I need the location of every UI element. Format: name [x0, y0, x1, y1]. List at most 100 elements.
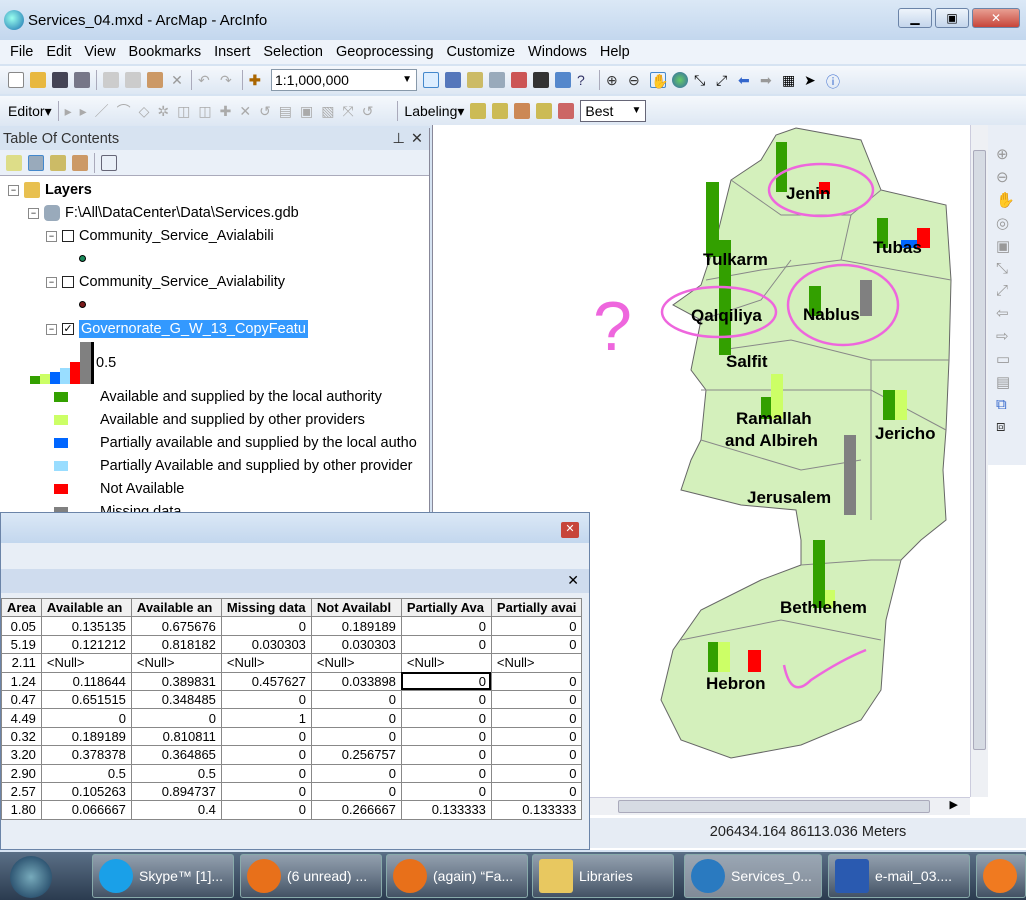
table-cell[interactable]: <Null> — [400, 653, 492, 673]
label-manager-icon[interactable] — [470, 103, 487, 119]
table-cell[interactable]: 0 — [40, 708, 132, 728]
pan-tool-icon[interactable]: ✋ — [996, 191, 1018, 209]
menu-windows[interactable]: Windows — [528, 44, 587, 60]
table-cell[interactable]: 0 — [490, 616, 583, 636]
table-cell[interactable]: 0.135135 — [40, 616, 132, 636]
table-row[interactable]: 0.47 0.651515 0.348485 0 0 0 0 — [1, 689, 583, 710]
table-cell[interactable]: 1.80 — [1, 800, 42, 820]
toc-window-icon[interactable] — [445, 72, 461, 88]
table-cell[interactable]: 0.364865 — [130, 745, 222, 765]
list-by-drawing-order-icon[interactable] — [6, 154, 22, 171]
table-cell[interactable]: 0 — [220, 781, 312, 802]
table-cell[interactable]: 0.457627 — [220, 671, 312, 691]
table-cell[interactable]: 0 — [490, 689, 583, 710]
column-header[interactable]: Partially avai — [490, 597, 583, 618]
table-row[interactable]: 2.57 0.105263 0.894737 0 0 0 0 — [1, 781, 583, 802]
zoom-in-tool-icon[interactable]: ⊕ — [996, 145, 1018, 163]
table-cell[interactable]: 0 — [490, 763, 583, 783]
table-cell[interactable]: 0.378378 — [40, 745, 132, 765]
back-icon[interactable]: ⬅ — [738, 72, 754, 88]
table-cell[interactable]: 3.20 — [1, 745, 42, 765]
column-header[interactable]: Missing data — [220, 597, 312, 618]
menu-edit[interactable]: Edit — [46, 44, 71, 60]
python-icon[interactable] — [533, 72, 549, 88]
table-cell[interactable]: 0 — [220, 800, 312, 820]
table-cell[interactable]: 0 — [400, 726, 492, 747]
table-cell[interactable]: 0.256757 — [310, 745, 402, 765]
table-cell[interactable]: 0 — [220, 726, 312, 747]
table-cell[interactable]: 0 — [310, 726, 402, 747]
next-extent-icon[interactable]: ⇨ — [996, 327, 1018, 345]
zoom-out-icon[interactable]: ⊖ — [628, 72, 644, 88]
zoom-page-icon[interactable]: ▤ — [996, 373, 1018, 391]
toc-close-icon[interactable]: ✕ — [411, 128, 423, 150]
pan-icon[interactable]: ✋ — [650, 72, 668, 89]
table-cell[interactable]: 2.11 — [1, 653, 42, 673]
table-cell[interactable]: <Null> — [310, 653, 402, 673]
table-tab-close-icon[interactable]: ✕ — [567, 572, 579, 589]
fixed-zoom-out-icon[interactable]: ⤢ — [716, 72, 732, 88]
gdb-node[interactable]: − F:\All\DataCenter\Data\Services.gdb — [28, 205, 299, 221]
start-button[interactable] — [10, 856, 52, 898]
table-row[interactable]: 3.20 0.378378 0.364865 0 0.256757 0 0 — [1, 745, 583, 765]
table-cell[interactable]: 0 — [400, 781, 492, 802]
table-row[interactable]: 2.90 0.5 0.5 0 0 0 0 — [1, 763, 583, 783]
column-header[interactable]: Available an — [40, 597, 132, 618]
menu-view[interactable]: View — [84, 44, 115, 60]
table-cell[interactable]: 0 — [400, 634, 492, 655]
table-cell[interactable]: 0.675676 — [130, 616, 222, 636]
menu-insert[interactable]: Insert — [214, 44, 250, 60]
table-cell[interactable]: 0.189189 — [310, 616, 402, 636]
view-unplaced-icon[interactable] — [536, 103, 553, 119]
table-cell[interactable]: 0 — [400, 671, 492, 691]
table-cell[interactable]: 0.5 — [130, 763, 222, 783]
taskbar-arcmap[interactable]: Services_0... — [684, 854, 822, 898]
column-header[interactable]: Not Availabl — [310, 597, 402, 618]
attribute-close-button[interactable]: ✕ — [561, 522, 579, 538]
taskbar-firefox-2[interactable]: (again) “Fa... — [386, 854, 528, 898]
full-extent-icon[interactable] — [672, 72, 688, 88]
table-cell[interactable]: 0 — [490, 634, 583, 655]
table-cell[interactable]: 0.189189 — [40, 726, 132, 747]
fixed-zoom-in-icon[interactable]: ⤡ — [694, 72, 710, 88]
table-cell[interactable]: 0 — [490, 708, 583, 728]
help-icon[interactable]: ? — [577, 72, 593, 88]
table-cell[interactable]: 2.57 — [1, 781, 42, 802]
add-data-icon[interactable]: ✚ — [249, 72, 265, 88]
close-button[interactable]: ✕ — [972, 8, 1020, 28]
forward-icon[interactable]: ➡ — [760, 72, 776, 88]
pause-labeling-icon[interactable] — [514, 103, 531, 119]
table-cell[interactable]: 0 — [220, 689, 312, 710]
table-cell[interactable]: 1.24 — [1, 671, 42, 691]
maximize-button[interactable]: ▣ — [935, 8, 969, 28]
table-cell[interactable]: 0.389831 — [130, 671, 222, 691]
table-row[interactable]: 1.80 0.066667 0.4 0 0.266667 0.133333 0.133333 — [1, 800, 583, 820]
table-cell[interactable]: 0 — [490, 671, 583, 691]
list-by-source-icon[interactable] — [28, 154, 44, 171]
layers-node[interactable]: − Layers — [8, 182, 92, 198]
table-cell[interactable]: 5.19 — [1, 634, 42, 655]
table-cell[interactable]: 0 — [400, 708, 492, 728]
table-cell[interactable]: 0.810811 — [130, 726, 222, 747]
model-builder-icon[interactable] — [555, 72, 571, 88]
taskbar-app[interactable] — [976, 854, 1026, 898]
fixed-zoom-out-tool-icon[interactable]: ⤢ — [996, 282, 1018, 299]
table-cell[interactable]: 0.133333 — [490, 800, 583, 820]
editor-menu[interactable]: Editor▾ — [8, 103, 52, 120]
table-cell[interactable]: 0 — [490, 745, 583, 765]
select-features-icon[interactable]: ▦ — [782, 72, 798, 88]
table-cell[interactable]: 0.133333 — [400, 800, 492, 820]
table-cell[interactable]: 0 — [400, 616, 492, 636]
delete-icon[interactable]: ✕ — [169, 72, 185, 88]
taskbar-word[interactable]: e-mail_03.... — [828, 854, 970, 898]
menu-help[interactable]: Help — [600, 44, 630, 60]
table-cell[interactable]: 0.32 — [1, 726, 42, 747]
table-cell[interactable]: 2.90 — [1, 763, 42, 783]
minimize-button[interactable]: ▁ — [898, 8, 932, 28]
table-row[interactable]: 1.24 0.118644 0.389831 0.457627 0.033898 0 0 — [1, 671, 583, 691]
table-cell[interactable]: 0.030303 — [220, 634, 312, 655]
cut-icon[interactable] — [103, 72, 119, 88]
table-cell[interactable]: <Null> — [130, 653, 222, 673]
table-cell[interactable]: 4.49 — [1, 708, 42, 728]
undo-icon[interactable]: ↶ — [198, 72, 214, 88]
